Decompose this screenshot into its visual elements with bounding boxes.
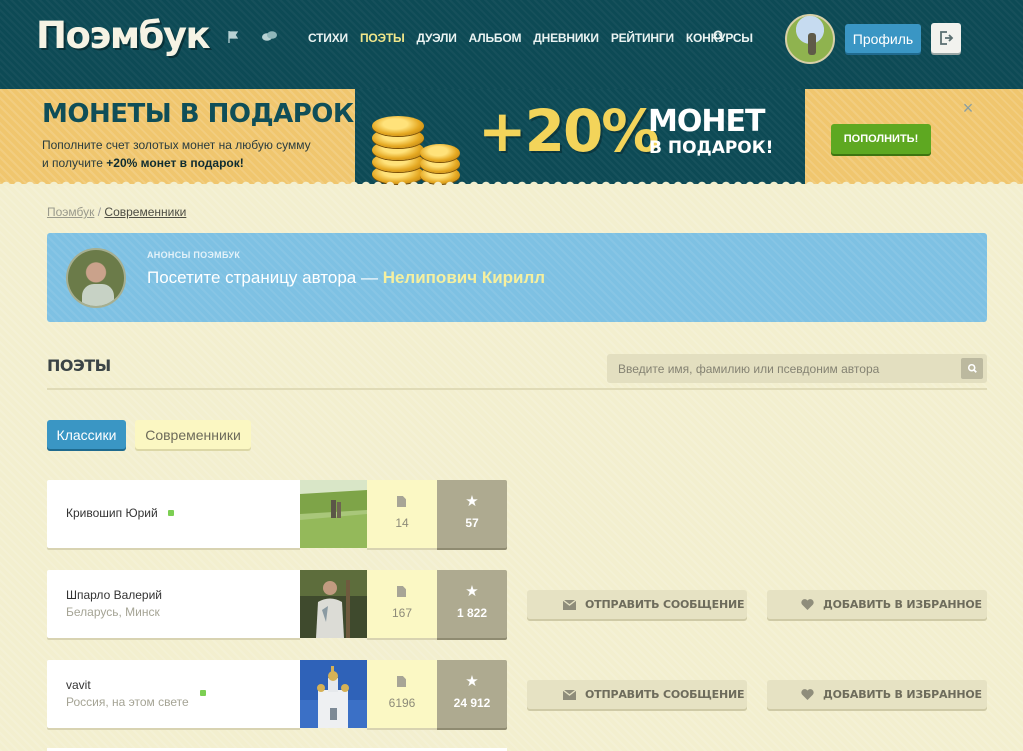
rating-box: ★ 1 822 bbox=[437, 570, 507, 638]
logout-icon[interactable] bbox=[931, 23, 961, 53]
poet-photo[interactable] bbox=[300, 660, 367, 728]
works-count-value: 6196 bbox=[388, 696, 416, 710]
author-search-input[interactable] bbox=[607, 354, 987, 383]
promo-text-bold: +20% монет в подарок! bbox=[106, 156, 244, 170]
works-count-value: 167 bbox=[391, 606, 413, 620]
star-icon: ★ bbox=[465, 493, 479, 510]
document-icon bbox=[397, 496, 406, 507]
search-submit-icon[interactable] bbox=[961, 358, 983, 379]
nav-poets[interactable]: ПОЭТЫ bbox=[360, 31, 405, 45]
chat-bubbles-icon[interactable] bbox=[260, 28, 278, 46]
send-message-label: ОТПРАВИТЬ СООБЩЕНИЕ bbox=[585, 598, 745, 611]
site-logo[interactable]: Поэмбук bbox=[36, 14, 211, 57]
works-count-value: 14 bbox=[395, 516, 409, 530]
breadcrumb: Поэмбук / Современники bbox=[47, 205, 186, 219]
document-icon bbox=[397, 676, 406, 687]
close-icon[interactable]: × bbox=[960, 99, 976, 117]
promo-description: Пополните счет золотых монет на любую су… bbox=[42, 136, 342, 172]
poet-card[interactable]: Шпарло Валерий Беларусь, Минск bbox=[47, 570, 300, 638]
send-message-button[interactable]: ОТПРАВИТЬ СООБЩЕНИЕ bbox=[527, 680, 747, 709]
promo-coins-line2: В ПОДАРОК! bbox=[649, 138, 774, 158]
announcement-label: АНОНСЫ ПОЭМБУК bbox=[147, 250, 241, 260]
send-message-button[interactable]: ОТПРАВИТЬ СООБЩЕНИЕ bbox=[527, 590, 747, 619]
profile-button[interactable]: Профиль bbox=[845, 24, 921, 53]
envelope-icon bbox=[563, 599, 576, 610]
add-favorite-button[interactable]: ДОБАВИТЬ В ИЗБРАННОЕ bbox=[767, 680, 987, 709]
works-count: 6196 bbox=[367, 660, 437, 728]
works-count: 167 bbox=[367, 570, 437, 638]
rating-box: ★ 24 912 bbox=[437, 660, 507, 728]
promo-coins-line1: МОНЕТ bbox=[648, 104, 765, 139]
poet-name[interactable]: Кривошип Юрий bbox=[66, 506, 158, 520]
announced-author-link[interactable]: Нелипович Кирилл bbox=[383, 268, 545, 287]
section-title: ПОЭТЫ bbox=[47, 356, 111, 375]
announcement-text: Посетите страницу автора — Нелипович Кир… bbox=[147, 268, 545, 288]
announced-author-avatar[interactable] bbox=[66, 248, 126, 308]
heart-icon bbox=[801, 599, 814, 610]
works-count: 14 bbox=[367, 480, 437, 548]
send-message-label: ОТПРАВИТЬ СООБЩЕНИЕ bbox=[585, 688, 745, 701]
nav-poems[interactable]: СТИХИ bbox=[308, 31, 348, 45]
promo-text-line2: и получите bbox=[42, 156, 107, 170]
document-icon bbox=[397, 586, 406, 597]
poet-row: Шпарло Валерий Беларусь, Минск 167 ★ 1 8… bbox=[47, 570, 507, 638]
breadcrumb-root[interactable]: Поэмбук bbox=[47, 205, 94, 219]
poet-location: Беларусь, Минск bbox=[66, 605, 160, 619]
promo-percent: +20% bbox=[478, 97, 659, 165]
main-nav: СТИХИ ПОЭТЫ ДУЭЛИ АЛЬБОМ ДНЕВНИКИ РЕЙТИН… bbox=[308, 31, 765, 45]
promo-title: МОНЕТЫ В ПОДАРОК! bbox=[42, 99, 366, 129]
poet-row: Кривошип Юрий 14 ★ 57 bbox=[47, 480, 507, 548]
nav-ratings[interactable]: РЕЙТИНГИ bbox=[611, 31, 674, 45]
tab-classics[interactable]: Классики bbox=[47, 420, 126, 449]
breadcrumb-current[interactable]: Современники bbox=[104, 205, 186, 219]
nav-diaries[interactable]: ДНЕВНИКИ bbox=[533, 31, 599, 45]
star-icon: ★ bbox=[465, 583, 479, 600]
nav-album[interactable]: АЛЬБОМ bbox=[469, 31, 522, 45]
promo-text-line1: Пополните счет золотых монет на любую су… bbox=[42, 138, 311, 152]
rating-box: ★ 57 bbox=[437, 480, 507, 548]
tab-modern[interactable]: Современники bbox=[135, 420, 251, 449]
star-icon: ★ bbox=[465, 673, 479, 690]
rating-value: 24 912 bbox=[453, 696, 491, 710]
flag-icon[interactable] bbox=[224, 28, 242, 46]
poet-name[interactable]: Шпарло Валерий bbox=[66, 588, 162, 602]
add-favorite-label: ДОБАВИТЬ В ИЗБРАННОЕ bbox=[823, 688, 982, 701]
online-indicator bbox=[168, 510, 174, 516]
poet-row: vavit Россия, на этом свете 6196 ★ 24 91… bbox=[47, 660, 507, 728]
user-avatar[interactable] bbox=[785, 14, 835, 64]
poet-photo[interactable] bbox=[300, 570, 367, 638]
promo-scalloped-edge bbox=[0, 178, 1023, 186]
add-favorite-button[interactable]: ДОБАВИТЬ В ИЗБРАННОЕ bbox=[767, 590, 987, 619]
rating-value: 57 bbox=[465, 516, 479, 530]
rating-value: 1 822 bbox=[456, 606, 488, 620]
add-favorite-label: ДОБАВИТЬ В ИЗБРАННОЕ bbox=[823, 598, 982, 611]
envelope-icon bbox=[563, 689, 576, 700]
search-icon[interactable] bbox=[712, 29, 728, 45]
online-indicator bbox=[200, 690, 206, 696]
heart-icon bbox=[801, 689, 814, 700]
poet-location: Россия, на этом свете bbox=[66, 695, 189, 709]
poet-photo[interactable] bbox=[300, 480, 367, 548]
nav-duels[interactable]: ДУЭЛИ bbox=[417, 31, 457, 45]
poet-card[interactable]: vavit Россия, на этом свете bbox=[47, 660, 300, 728]
top-up-button[interactable]: ПОПОЛНИТЬ! bbox=[831, 124, 931, 154]
poet-name[interactable]: vavit bbox=[66, 678, 91, 692]
announcement-prefix: Посетите страницу автора — bbox=[147, 268, 383, 287]
section-divider bbox=[47, 388, 987, 390]
breadcrumb-separator: / bbox=[94, 205, 105, 219]
poet-card[interactable]: Кривошип Юрий bbox=[47, 480, 300, 548]
